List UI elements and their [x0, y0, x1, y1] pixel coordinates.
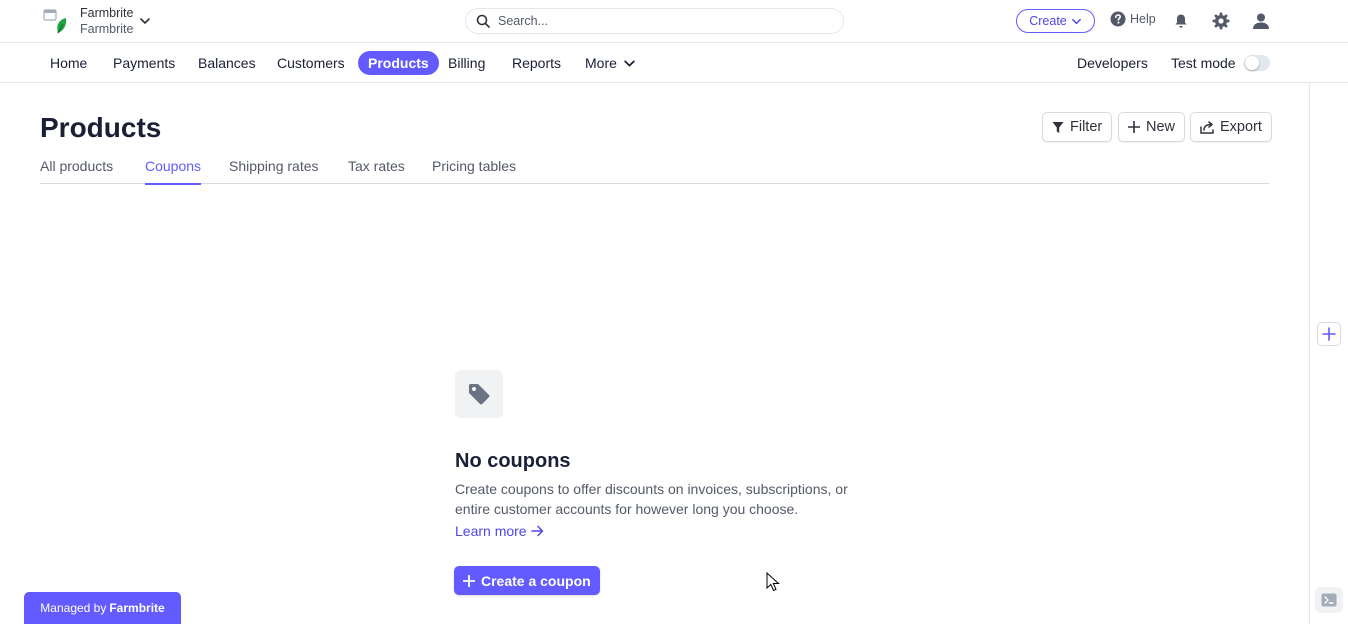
create-coupon-label: Create a coupon: [481, 572, 591, 589]
help-button[interactable]: Help: [1110, 11, 1156, 27]
learn-more-link[interactable]: Learn more: [455, 523, 544, 539]
account-names: Farmbrite Farmbrite: [80, 5, 133, 37]
tab-shipping-rates[interactable]: Shipping rates: [229, 157, 319, 183]
test-mode-toggle[interactable]: [1244, 55, 1270, 71]
nav-more[interactable]: More: [575, 51, 646, 75]
nav-payments[interactable]: Payments: [103, 51, 185, 75]
tab-coupons[interactable]: Coupons: [145, 157, 202, 185]
bell-icon: [1175, 14, 1187, 28]
filter-icon: [1052, 121, 1064, 133]
chevron-down-icon: [624, 59, 635, 67]
create-label: Create: [1029, 14, 1067, 28]
new-label: New: [1146, 119, 1176, 135]
search-input[interactable]: [498, 14, 818, 28]
nav-developers[interactable]: Developers: [1067, 51, 1158, 75]
test-mode-label: Test mode: [1171, 55, 1236, 71]
terminal-icon: [1321, 593, 1337, 607]
tag-icon: [469, 384, 490, 405]
top-bar: Farmbrite Farmbrite Create Help: [0, 0, 1348, 43]
settings-button[interactable]: [1211, 11, 1231, 31]
page-title: Products: [40, 112, 162, 143]
nav-reports[interactable]: Reports: [502, 51, 571, 75]
nav-billing[interactable]: Billing: [438, 51, 495, 75]
managed-brand: Farmbrite: [109, 601, 165, 615]
nav-home[interactable]: Home: [40, 51, 97, 75]
user-icon: [1253, 13, 1269, 29]
arrow-right-icon: [530, 525, 543, 537]
plus-icon: [1128, 121, 1140, 133]
empty-state-icon: [455, 370, 503, 418]
nav-balances[interactable]: Balances: [188, 51, 266, 75]
nav-customers[interactable]: Customers: [267, 51, 355, 75]
plus-icon: [1322, 327, 1336, 341]
product-tabs: All products Coupons Shipping rates Tax …: [40, 152, 1269, 185]
export-icon: [1200, 120, 1214, 134]
nav-products[interactable]: Products: [358, 51, 439, 75]
new-button[interactable]: New: [1118, 112, 1186, 142]
leaf-icon: [57, 18, 67, 34]
tab-all-products[interactable]: All products: [40, 157, 113, 183]
gear-icon: [1212, 12, 1230, 30]
account-switcher[interactable]: Farmbrite Farmbrite: [40, 5, 151, 37]
notifications-button[interactable]: [1171, 11, 1191, 31]
search-icon: [476, 14, 490, 28]
empty-state-title: No coupons: [455, 450, 571, 472]
empty-state-description: Create coupons to offer discounts on inv…: [455, 481, 848, 517]
profile-button[interactable]: [1251, 11, 1271, 31]
help-icon: [1110, 11, 1126, 27]
learn-more-label: Learn more: [455, 523, 527, 539]
chevron-down-icon: [140, 18, 151, 24]
add-widget-button[interactable]: [1317, 322, 1341, 346]
create-button[interactable]: Create: [1016, 9, 1095, 33]
main-nav: Home Payments Balances Customers Product…: [0, 43, 1348, 83]
export-label: Export: [1220, 119, 1262, 135]
shell-button[interactable]: [1315, 587, 1343, 613]
account-name: Farmbrite: [80, 6, 134, 20]
toggle-knob: [1245, 56, 1259, 70]
account-subname: Farmbrite: [80, 22, 134, 36]
managed-prefix: Managed by: [40, 601, 107, 615]
search-bar[interactable]: [465, 8, 844, 34]
managed-by-badge: Managed by Farmbrite: [24, 592, 181, 624]
tab-pricing-tables[interactable]: Pricing tables: [432, 157, 516, 183]
mouse-cursor-icon: [766, 572, 780, 592]
export-button[interactable]: Export: [1190, 112, 1272, 142]
account-logo: [40, 5, 70, 37]
filter-button[interactable]: Filter: [1042, 112, 1113, 142]
chevron-down-icon: [1071, 18, 1081, 24]
create-coupon-button[interactable]: Create a coupon: [454, 566, 600, 595]
plus-icon: [463, 574, 475, 587]
right-rail-divider: [1309, 83, 1310, 624]
filter-label: Filter: [1070, 119, 1103, 135]
help-label: Help: [1130, 12, 1156, 26]
tab-tax-rates[interactable]: Tax rates: [348, 157, 405, 183]
nav-more-label: More: [585, 55, 617, 71]
